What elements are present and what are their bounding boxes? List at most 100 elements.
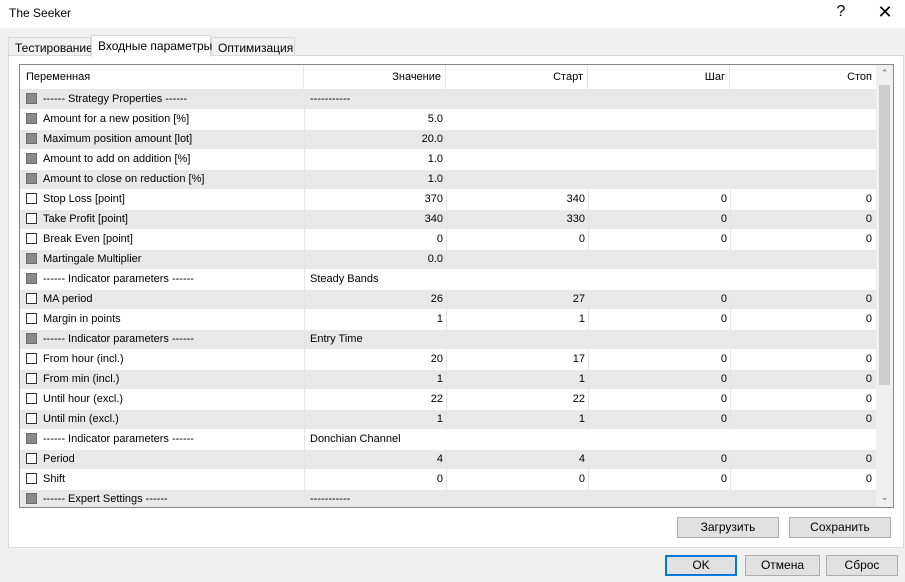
table-row[interactable]: Amount to add on addition [%] 1.0 bbox=[20, 150, 876, 170]
param-step-cell[interactable] bbox=[588, 150, 730, 170]
param-value-cell[interactable]: 20 bbox=[304, 350, 446, 370]
param-value-cell[interactable]: 4 bbox=[304, 450, 446, 470]
param-value-cell[interactable]: 0 bbox=[304, 470, 446, 490]
param-stop-cell[interactable]: 0 bbox=[730, 390, 876, 410]
table-row[interactable]: ------ Indicator parameters ------ Donchi… bbox=[20, 430, 876, 450]
save-button[interactable]: Сохранить bbox=[789, 517, 891, 538]
param-start-cell[interactable]: 0 bbox=[446, 470, 588, 490]
param-value-cell[interactable]: 0 bbox=[304, 230, 446, 250]
param-start-cell[interactable] bbox=[446, 150, 588, 170]
param-stop-cell[interactable] bbox=[730, 250, 876, 270]
table-row[interactable]: Maximum position amount [lot] 20.0 bbox=[20, 130, 876, 150]
table-row[interactable]: Shift 0 0 0 0 bbox=[20, 470, 876, 490]
tab-input-parameters[interactable]: Входные параметры bbox=[91, 35, 212, 57]
table-row[interactable]: Period 4 4 0 0 bbox=[20, 450, 876, 470]
param-value-cell[interactable]: 340 bbox=[304, 210, 446, 230]
param-value-cell[interactable]: 370 bbox=[304, 190, 446, 210]
param-step-cell[interactable]: 0 bbox=[588, 390, 730, 410]
param-step-cell[interactable]: 0 bbox=[588, 210, 730, 230]
table-row[interactable]: ------ Indicator parameters ------ Steady… bbox=[20, 270, 876, 290]
table-row[interactable]: Stop Loss [point] 370 340 0 0 bbox=[20, 190, 876, 210]
scroll-up-icon[interactable]: ⌃ bbox=[876, 65, 893, 82]
param-step-cell[interactable]: 0 bbox=[588, 470, 730, 490]
help-icon[interactable]: ? bbox=[834, 3, 848, 21]
param-stop-cell[interactable]: 0 bbox=[730, 410, 876, 430]
param-start-cell[interactable]: 340 bbox=[446, 190, 588, 210]
param-stop-cell[interactable] bbox=[730, 130, 876, 150]
tab-optimization[interactable]: Оптимизация bbox=[211, 37, 295, 56]
column-header-variable[interactable]: Переменная bbox=[20, 65, 304, 90]
param-stop-cell[interactable] bbox=[730, 150, 876, 170]
close-icon[interactable]: ✕ bbox=[875, 2, 895, 23]
scroll-down-icon[interactable]: ⌄ bbox=[876, 489, 893, 506]
param-start-cell[interactable] bbox=[446, 130, 588, 150]
param-value-cell[interactable]: 22 bbox=[304, 390, 446, 410]
table-row[interactable]: Until min (excl.) 1 1 0 0 bbox=[20, 410, 876, 430]
param-value-cell[interactable]: 1 bbox=[304, 410, 446, 430]
vertical-scrollbar[interactable]: ⌃ ⌄ bbox=[876, 65, 893, 507]
param-step-cell[interactable] bbox=[588, 250, 730, 270]
param-step-cell[interactable]: 0 bbox=[588, 290, 730, 310]
param-step-cell[interactable]: 0 bbox=[588, 310, 730, 330]
table-row[interactable]: Margin in points 1 1 0 0 bbox=[20, 310, 876, 330]
param-value-cell[interactable]: 0.0 bbox=[304, 250, 446, 270]
param-stop-cell[interactable]: 0 bbox=[730, 470, 876, 490]
param-stop-cell[interactable]: 0 bbox=[730, 190, 876, 210]
param-value-cell[interactable]: 1 bbox=[304, 370, 446, 390]
table-row[interactable]: Break Even [point] 0 0 0 0 bbox=[20, 230, 876, 250]
param-start-cell[interactable]: 1 bbox=[446, 370, 588, 390]
param-step-cell[interactable] bbox=[588, 110, 730, 130]
param-step-cell[interactable]: 0 bbox=[588, 370, 730, 390]
param-value-cell[interactable]: 1 bbox=[304, 310, 446, 330]
param-start-cell[interactable]: 0 bbox=[446, 230, 588, 250]
param-start-cell[interactable]: 4 bbox=[446, 450, 588, 470]
param-step-cell[interactable]: 0 bbox=[588, 350, 730, 370]
param-start-cell[interactable] bbox=[446, 250, 588, 270]
column-header-value[interactable]: Значение bbox=[304, 65, 446, 90]
scroll-thumb[interactable] bbox=[879, 85, 890, 385]
param-start-cell[interactable]: 1 bbox=[446, 310, 588, 330]
param-start-cell[interactable]: 1 bbox=[446, 410, 588, 430]
ok-button[interactable]: OK bbox=[665, 555, 737, 576]
column-header-stop[interactable]: Стоп bbox=[730, 65, 876, 90]
param-stop-cell[interactable]: 0 bbox=[730, 310, 876, 330]
cancel-button[interactable]: Отмена bbox=[745, 555, 820, 576]
param-start-cell[interactable]: 330 bbox=[446, 210, 588, 230]
table-row[interactable]: MA period 26 27 0 0 bbox=[20, 290, 876, 310]
param-value-cell[interactable]: 1.0 bbox=[304, 170, 446, 190]
tab-testing[interactable]: Тестирование bbox=[8, 37, 93, 56]
param-step-cell[interactable] bbox=[588, 130, 730, 150]
param-stop-cell[interactable]: 0 bbox=[730, 290, 876, 310]
table-row[interactable]: Martingale Multiplier 0.0 bbox=[20, 250, 876, 270]
table-row[interactable]: From hour (incl.) 20 17 0 0 bbox=[20, 350, 876, 370]
param-stop-cell[interactable]: 0 bbox=[730, 370, 876, 390]
param-step-cell[interactable]: 0 bbox=[588, 190, 730, 210]
param-stop-cell[interactable]: 0 bbox=[730, 210, 876, 230]
table-row[interactable]: Amount for a new position [%] 5.0 bbox=[20, 110, 876, 130]
param-start-cell[interactable]: 27 bbox=[446, 290, 588, 310]
param-step-cell[interactable]: 0 bbox=[588, 450, 730, 470]
param-step-cell[interactable]: 0 bbox=[588, 230, 730, 250]
load-button[interactable]: Загрузить bbox=[677, 517, 779, 538]
column-header-start[interactable]: Старт bbox=[446, 65, 588, 90]
table-row[interactable]: ------ Expert Settings ------ ----------- bbox=[20, 490, 876, 507]
param-stop-cell[interactable]: 0 bbox=[730, 350, 876, 370]
param-value-cell[interactable]: 26 bbox=[304, 290, 446, 310]
param-step-cell[interactable]: 0 bbox=[588, 410, 730, 430]
table-row[interactable]: ------ Indicator parameters ------ Entry … bbox=[20, 330, 876, 350]
param-value-cell[interactable]: 20.0 bbox=[304, 130, 446, 150]
param-start-cell[interactable]: 17 bbox=[446, 350, 588, 370]
param-stop-cell[interactable] bbox=[730, 170, 876, 190]
column-header-step[interactable]: Шаг bbox=[588, 65, 730, 90]
table-row[interactable]: Amount to close on reduction [%] 1.0 bbox=[20, 170, 876, 190]
param-value-cell[interactable]: 1.0 bbox=[304, 150, 446, 170]
table-row[interactable]: ------ Strategy Properties ------ -------… bbox=[20, 90, 876, 110]
param-start-cell[interactable]: 22 bbox=[446, 390, 588, 410]
table-row[interactable]: Until hour (excl.) 22 22 0 0 bbox=[20, 390, 876, 410]
param-stop-cell[interactable] bbox=[730, 110, 876, 130]
param-step-cell[interactable] bbox=[588, 170, 730, 190]
table-row[interactable]: From min (incl.) 1 1 0 0 bbox=[20, 370, 876, 390]
param-stop-cell[interactable]: 0 bbox=[730, 450, 876, 470]
table-row[interactable]: Take Profit [point] 340 330 0 0 bbox=[20, 210, 876, 230]
param-start-cell[interactable] bbox=[446, 170, 588, 190]
